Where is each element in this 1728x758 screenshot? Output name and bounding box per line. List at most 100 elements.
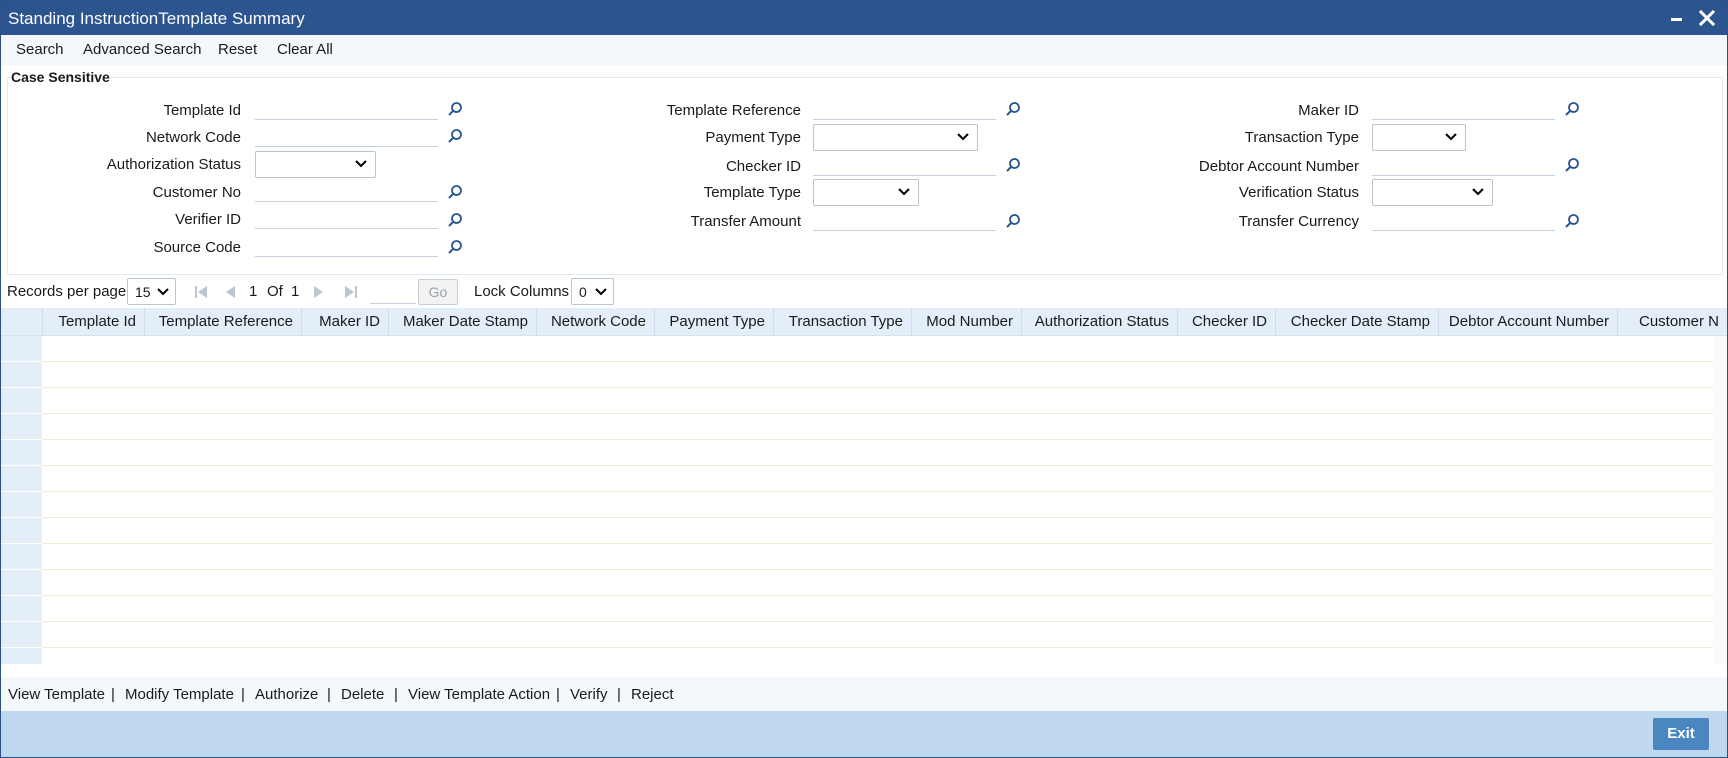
table-row[interactable] (42, 518, 1713, 544)
verify-button[interactable]: Verify (570, 686, 608, 703)
table-row[interactable] (42, 622, 1713, 648)
column-header[interactable]: Authorization Status (1022, 308, 1178, 336)
exit-button[interactable]: Exit (1653, 718, 1709, 750)
payment-type-select[interactable] (813, 124, 978, 151)
verifier-id-label: Verifier ID (175, 211, 241, 228)
delete-button[interactable]: Delete (341, 686, 384, 703)
template-id-input[interactable] (255, 98, 438, 120)
search-icon[interactable] (1005, 213, 1021, 229)
vertical-scrollbar[interactable] (1713, 336, 1727, 665)
search-icon[interactable] (447, 239, 463, 255)
action-separator: | (327, 686, 331, 703)
source-code-input[interactable] (255, 235, 438, 257)
go-to-page-input[interactable] (370, 280, 416, 304)
search-icon[interactable] (1564, 101, 1580, 117)
table-row[interactable] (42, 492, 1713, 518)
transfer-currency-label: Transfer Currency (1238, 213, 1359, 230)
reset-button[interactable]: Reset (218, 41, 257, 58)
template-reference-input[interactable] (813, 98, 996, 120)
search-icon[interactable] (1564, 157, 1580, 173)
verification-status-select[interactable] (1372, 179, 1493, 206)
prev-page-icon[interactable] (224, 285, 236, 299)
column-header[interactable]: Maker ID (302, 308, 389, 336)
table-row[interactable] (42, 544, 1713, 570)
row-selector[interactable] (1, 648, 42, 665)
table-row[interactable] (42, 570, 1713, 596)
search-icon[interactable] (447, 101, 463, 117)
search-icon[interactable] (1005, 101, 1021, 117)
next-page-icon[interactable] (313, 285, 325, 299)
advanced-search-button[interactable]: Advanced Search (83, 41, 201, 58)
first-page-icon[interactable] (194, 285, 208, 299)
modify-template-button[interactable]: Modify Template (125, 686, 234, 703)
chevron-down-icon (1472, 188, 1484, 196)
column-header[interactable]: Checker ID (1178, 308, 1276, 336)
lock-columns-select[interactable]: 0 (571, 278, 614, 305)
search-button[interactable]: Search (16, 41, 64, 58)
clear-all-button[interactable]: Clear All (277, 41, 333, 58)
transfer-currency-input[interactable] (1372, 209, 1555, 231)
last-page-icon[interactable] (344, 285, 358, 299)
table-row[interactable] (42, 414, 1713, 440)
chevron-down-icon (957, 133, 969, 141)
row-selector[interactable] (1, 622, 42, 648)
column-header[interactable]: Checker Date Stamp (1276, 308, 1439, 336)
row-selector[interactable] (1, 388, 42, 414)
records-per-page-select[interactable]: 15 (127, 278, 176, 305)
minimize-icon[interactable] (1665, 5, 1689, 31)
table-row[interactable] (42, 466, 1713, 492)
reject-button[interactable]: Reject (631, 686, 674, 703)
row-selector[interactable] (1, 518, 42, 544)
go-button[interactable]: Go (418, 279, 458, 305)
action-separator: | (617, 686, 621, 703)
search-icon[interactable] (447, 184, 463, 200)
customer-no-input[interactable] (255, 180, 438, 202)
column-header[interactable]: Transaction Type (774, 308, 912, 336)
search-icon[interactable] (1005, 157, 1021, 173)
view-template-action-button[interactable]: View Template Action (408, 686, 550, 703)
search-icon[interactable] (447, 128, 463, 144)
authorize-button[interactable]: Authorize (255, 686, 318, 703)
row-selector[interactable] (1, 596, 42, 622)
row-selector[interactable] (1, 362, 42, 388)
row-selector[interactable] (1, 414, 42, 440)
transfer-amount-input[interactable] (813, 209, 996, 231)
transaction-type-select[interactable] (1372, 124, 1466, 151)
table-row[interactable] (42, 596, 1713, 622)
table-row[interactable] (42, 362, 1713, 388)
search-icon[interactable] (1564, 213, 1580, 229)
row-selector[interactable] (1, 466, 42, 492)
network-code-input[interactable] (255, 125, 438, 147)
row-selector[interactable] (1, 440, 42, 466)
column-header[interactable]: Template Id (43, 308, 145, 336)
table-row[interactable] (42, 440, 1713, 466)
table-row[interactable] (42, 388, 1713, 414)
column-header[interactable]: Customer N (1618, 308, 1727, 336)
row-selector[interactable] (1, 336, 42, 362)
column-header[interactable]: Maker Date Stamp (389, 308, 537, 336)
column-header[interactable]: Network Code (537, 308, 655, 336)
debtor-account-number-input[interactable] (1372, 154, 1555, 176)
column-header[interactable]: Template Reference (145, 308, 302, 336)
checker-id-input[interactable] (813, 154, 996, 176)
records-per-page-label: Records per page (7, 283, 127, 300)
column-header[interactable]: Payment Type (655, 308, 774, 336)
maker-id-input[interactable] (1372, 98, 1555, 120)
authorization-status-select[interactable] (255, 151, 376, 178)
authorization-status-label: Authorization Status (106, 156, 241, 173)
close-icon[interactable] (1695, 5, 1719, 31)
view-template-button[interactable]: View Template (8, 686, 105, 703)
template-type-select[interactable] (813, 179, 919, 206)
window-title: Standing InstructionTemplate Summary (8, 9, 305, 28)
table-row[interactable] (42, 336, 1713, 362)
row-selector[interactable] (1, 492, 42, 518)
of-label: Of (267, 283, 283, 300)
source-code-label: Source Code (153, 239, 241, 256)
verifier-id-input[interactable] (255, 207, 438, 229)
row-selector[interactable] (1, 570, 42, 596)
row-selector[interactable] (1, 544, 42, 570)
column-header[interactable]: Mod Number (912, 308, 1022, 336)
select-all-column[interactable] (1, 308, 43, 336)
column-header[interactable]: Debtor Account Number (1439, 308, 1618, 336)
search-icon[interactable] (447, 212, 463, 228)
